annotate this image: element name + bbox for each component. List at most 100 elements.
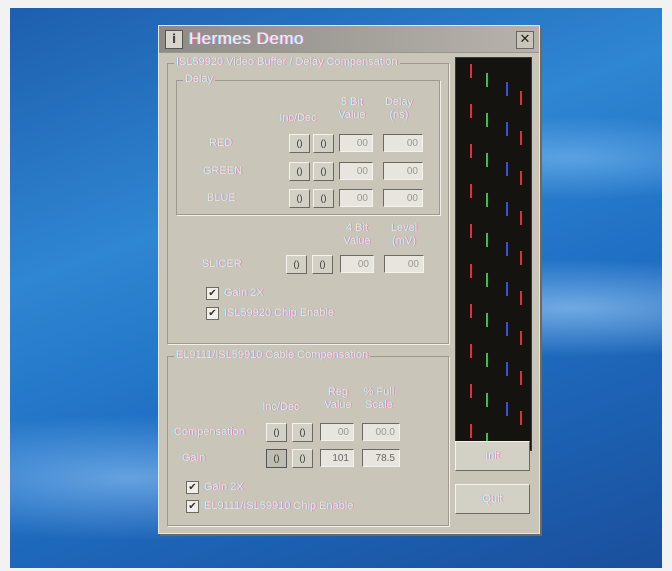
red-value-field[interactable]: 00: [339, 134, 373, 152]
preview-line-dash: [486, 193, 488, 207]
cable-comp-group-label: EL9111/ISL59910 Cable Compensation: [174, 349, 371, 361]
gain-inc-button[interactable]: (): [266, 449, 287, 468]
preview-line-dash: [486, 153, 488, 167]
preview-line-dash: [520, 131, 522, 145]
app-icon: i: [165, 30, 183, 49]
blue-delay-field[interactable]: 00: [383, 189, 423, 207]
green-dec-button[interactable]: (): [313, 162, 334, 181]
cable-comp-group: EL9111/ISL59910 Cable Compensation Inc/D…: [167, 349, 449, 526]
video-buffer-group-label: ISL59920 Video Buffer / Delay Compensati…: [174, 56, 400, 68]
preview-line-dash: [470, 344, 472, 358]
blue-value-field[interactable]: 00: [339, 189, 373, 207]
preview-line-dash: [506, 402, 508, 416]
slicer-level-header-line2: (mV): [392, 235, 416, 247]
preview-line-dash: [470, 424, 472, 438]
preview-line-dash: [506, 362, 508, 376]
quit-button[interactable]: Quit: [455, 484, 530, 514]
green-delay-field[interactable]: 00: [383, 162, 423, 180]
slicer-inc-button[interactable]: (): [286, 255, 307, 274]
hermes-demo-window: i Hermes Demo ✕ ISL59920 Video Buffer / …: [158, 25, 540, 534]
red-dec-button[interactable]: (): [313, 134, 334, 153]
preview-line-dash: [470, 224, 472, 238]
video-gain2x-checkbox[interactable]: ✔: [206, 287, 219, 300]
preview-line-dash: [520, 251, 522, 265]
compensation-dec-button[interactable]: (): [292, 423, 313, 442]
delay-header-line2: (ns): [389, 109, 409, 121]
preview-line-dash: [486, 353, 488, 367]
pct-header-line2: Scale: [365, 399, 393, 411]
preview-line-dash: [520, 411, 522, 425]
preview-line-dash: [470, 64, 472, 78]
value-header-line1: 5 Bit: [340, 96, 363, 108]
compensation-inc-button[interactable]: (): [266, 423, 287, 442]
preview-line-dash: [486, 273, 488, 287]
value-header-line2: Value: [338, 109, 366, 121]
green-value-field[interactable]: 00: [339, 162, 373, 180]
red-delay-field[interactable]: 00: [383, 134, 423, 152]
green-inc-button[interactable]: (): [289, 162, 310, 181]
slicer-level-field[interactable]: 00: [384, 255, 424, 273]
blue-label: BLUE: [207, 192, 236, 204]
gain-dec-button[interactable]: (): [292, 449, 313, 468]
compensation-value-field[interactable]: 00: [320, 423, 354, 441]
video-gain2x-label: Gain 2X: [224, 287, 264, 299]
preview-line-dash: [520, 371, 522, 385]
slicer-value-header-line1: 4 Bit: [345, 222, 368, 234]
preview-line-dash: [486, 393, 488, 407]
preview-line-dash: [520, 291, 522, 305]
slicer-label: SLICER: [202, 258, 242, 270]
preview-line-dash: [486, 233, 488, 247]
delay-group-label: Delay: [183, 73, 216, 85]
preview-line-dash: [506, 162, 508, 176]
preview-line-dash: [470, 144, 472, 158]
video-buffer-group: ISL59920 Video Buffer / Delay Compensati…: [167, 56, 449, 344]
compensation-label: Compensation: [174, 426, 245, 438]
cable-gain2x-checkbox[interactable]: ✔: [186, 481, 199, 494]
delay-header-line1: Delay: [384, 96, 414, 108]
preview-line-dash: [520, 91, 522, 105]
preview-line-dash: [470, 104, 472, 118]
preview-line-dash: [506, 322, 508, 336]
cable-gain2x-label: Gain 2X: [204, 481, 244, 493]
gain-label: Gain: [182, 452, 206, 464]
slicer-value-field[interactable]: 00: [340, 255, 374, 273]
blue-dec-button[interactable]: (): [313, 189, 334, 208]
compensation-pct-field[interactable]: 00.0: [362, 423, 400, 441]
cable-chip-enable-label: EL9111/ISL59910 Chip Enable: [204, 500, 354, 512]
preview-line-dash: [470, 184, 472, 198]
preview-line-dash: [486, 113, 488, 127]
close-icon[interactable]: ✕: [516, 31, 534, 49]
slicer-dec-button[interactable]: (): [312, 255, 333, 274]
red-label: RED: [209, 137, 233, 149]
video-chip-enable-checkbox[interactable]: ✔: [206, 307, 219, 320]
delay-group: Delay Inc/Dec 5 Bit Value Delay (ns) RED…: [176, 73, 440, 215]
red-inc-button[interactable]: (): [289, 134, 310, 153]
pct-header-line1: % Full: [363, 386, 395, 398]
preview-line-dash: [486, 313, 488, 327]
preview-line-dash: [506, 282, 508, 296]
gain-value-field[interactable]: 101: [320, 449, 354, 467]
reg-header-line1: Reg: [327, 386, 349, 398]
cable-incdec-header: Inc/Dec: [262, 401, 300, 413]
video-preview-pane: [455, 57, 532, 451]
preview-line-dash: [506, 242, 508, 256]
video-chip-enable-label: ISL59920 Chip Enable: [224, 307, 335, 319]
title-bar[interactable]: i Hermes Demo ✕: [159, 26, 539, 53]
preview-line-dash: [520, 211, 522, 225]
init-button[interactable]: Init: [455, 441, 530, 471]
slicer-level-header-line1: Level: [390, 222, 418, 234]
preview-line-dash: [520, 171, 522, 185]
window-title: Hermes Demo: [189, 29, 305, 48]
preview-line-dash: [470, 384, 472, 398]
slicer-value-header-line2: Value: [343, 235, 371, 247]
blue-inc-button[interactable]: (): [289, 189, 310, 208]
preview-line-dash: [470, 304, 472, 318]
preview-line-dash: [506, 202, 508, 216]
incdec-header: Inc/Dec: [279, 112, 317, 124]
reg-header-line2: Value: [324, 399, 352, 411]
green-label: GREEN: [203, 165, 243, 177]
gain-pct-field[interactable]: 78.5: [362, 449, 400, 467]
cable-chip-enable-checkbox[interactable]: ✔: [186, 500, 199, 513]
preview-line-dash: [520, 331, 522, 345]
preview-line-dash: [506, 122, 508, 136]
